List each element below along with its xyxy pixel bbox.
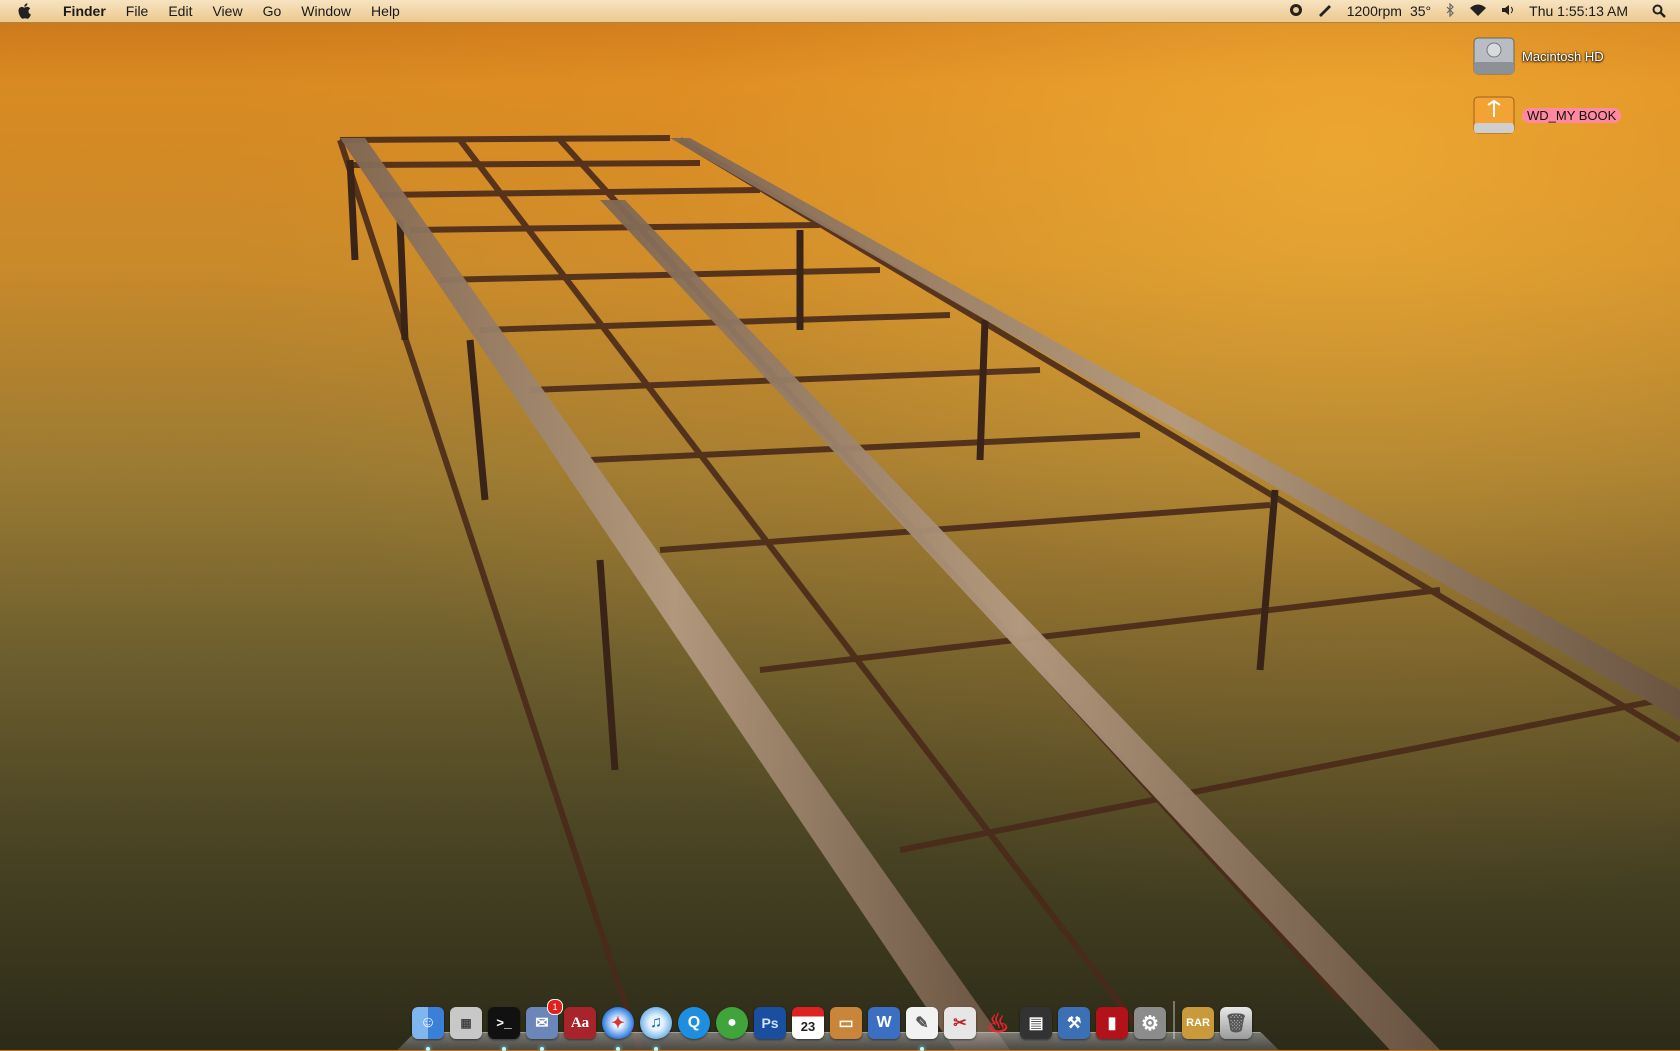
calendar-icon: 23 (792, 1007, 824, 1039)
dock-item-rar-archiver[interactable]: RAR (1181, 1003, 1215, 1039)
dock-item-itunes[interactable]: ♫ (639, 1003, 673, 1051)
safari-icon: ✦ (602, 1007, 634, 1039)
itunes-icon: ♫ (640, 1007, 672, 1039)
xcode-icon: ⚒ (1058, 1007, 1090, 1039)
clock[interactable]: Thu 1:55:13 AM (1529, 3, 1628, 19)
running-indicator (654, 1047, 658, 1051)
dock-item-xcode[interactable]: ⚒ (1057, 1003, 1091, 1039)
dock-item-terminal[interactable]: >_ (487, 1003, 521, 1051)
wallpaper-pier (337, 135, 1680, 1050)
menu-help[interactable]: Help (361, 0, 410, 22)
dictionary-icon: Aa (564, 1007, 596, 1039)
volume-icon[interactable] (1501, 3, 1515, 20)
flame-icon: ♨ (986, 1007, 1010, 1038)
dock-item-flash[interactable]: ♨ (981, 1003, 1015, 1039)
terminal-icon: >_ (488, 1007, 520, 1039)
menu-file[interactable]: File (116, 0, 159, 22)
dock-item-quicktime[interactable]: Q (677, 1003, 711, 1039)
sysmonitor-icon[interactable] (1289, 3, 1303, 20)
calculator-icon: ▦ (450, 1007, 482, 1039)
firewire-drive-icon (1473, 96, 1515, 134)
running-indicator (920, 1047, 924, 1051)
dock-item-ical[interactable]: 23 (791, 1003, 825, 1039)
finder-icon: ☺ (412, 1007, 444, 1039)
menu-view[interactable]: View (202, 0, 252, 22)
trash-icon: 🗑 (1220, 1007, 1252, 1039)
pen-tool-icon[interactable] (1317, 3, 1333, 20)
status-area: 1200rpm 35° Thu 1:55:13 AM (1275, 0, 1680, 22)
running-indicator (426, 1047, 430, 1051)
calendar-date: 23 (800, 1018, 816, 1034)
hard-drive-icon (1473, 37, 1515, 75)
dock-item-script-editor[interactable]: ✂ (943, 1003, 977, 1039)
dock-item-calculator[interactable]: ▦ (449, 1003, 483, 1039)
dock-separator (1173, 1001, 1175, 1039)
dock-item-safari[interactable]: ✦ (601, 1003, 635, 1051)
dock-item-textedit[interactable]: ✎ (905, 1003, 939, 1051)
dock-item-mail[interactable]: ✉ 1 (525, 999, 563, 1051)
dock-item-finder[interactable]: ☺ (411, 1003, 445, 1051)
script-icon: ✂ (944, 1007, 976, 1039)
dock-item-adium[interactable]: ● (715, 1003, 749, 1039)
dock-item-player[interactable]: ▤ (1019, 1003, 1053, 1039)
menu-finder[interactable]: Finder (53, 0, 116, 22)
player-icon: ▤ (1020, 1007, 1052, 1039)
dock-item-photoshop[interactable]: Ps (753, 1003, 787, 1039)
desktop-icon-wd-my-book[interactable]: WD_MY BOOK (1472, 93, 1622, 137)
running-indicator (502, 1047, 506, 1051)
dock-item-word[interactable]: W (867, 1003, 901, 1039)
dock-item-trash[interactable]: 🗑 (1219, 1003, 1253, 1039)
dock-item-keynote[interactable]: ▭ (829, 1003, 863, 1039)
menu-edit[interactable]: Edit (158, 0, 202, 22)
keynote-icon: ▭ (830, 1007, 862, 1039)
wifi-icon[interactable] (1469, 3, 1487, 20)
menu-window[interactable]: Window (291, 0, 361, 22)
mail-badge: 1 (547, 999, 563, 1015)
dock-item-system-preferences[interactable]: ⚙ (1133, 1003, 1167, 1039)
fan-speed[interactable]: 1200rpm (1347, 3, 1402, 19)
dock: ☺ ▦ >_ ✉ 1 Aa ✦ ♫ Q ● Ps 23 ▭ W ✎ ✂ ♨ ▤ … (397, 995, 1279, 1051)
dock-item-dictionary[interactable]: Aa (563, 1003, 597, 1039)
textedit-icon: ✎ (906, 1007, 938, 1039)
quicktime-icon: Q (678, 1007, 710, 1039)
menu-go[interactable]: Go (253, 0, 292, 22)
running-indicator (616, 1047, 620, 1051)
apple-menu-icon[interactable] (17, 2, 39, 20)
word-icon: W (868, 1007, 900, 1039)
menu-bar: Finder File Edit View Go Window Help 120… (0, 0, 1680, 23)
temperature[interactable]: 35° (1410, 3, 1431, 19)
archive-icon: RAR (1182, 1007, 1214, 1039)
dock-items: ☺ ▦ >_ ✉ 1 Aa ✦ ♫ Q ● Ps 23 ▭ W ✎ ✂ ♨ ▤ … (411, 999, 1257, 1051)
running-indicator (540, 1047, 544, 1051)
adium-duck-icon: ● (716, 1007, 748, 1039)
spotlight-search-icon[interactable] (1652, 4, 1666, 18)
dock-item-photo-booth[interactable]: ▮ (1095, 1003, 1129, 1039)
desktop-icon-label: Macintosh HD (1522, 48, 1604, 64)
photoshop-icon: Ps (754, 1007, 786, 1039)
desktop-icon-macintosh-hd[interactable]: Macintosh HD (1472, 34, 1604, 78)
gear-icon: ⚙ (1134, 1007, 1166, 1039)
desktop-icon-label: WD_MY BOOK (1522, 107, 1622, 123)
bluetooth-icon[interactable] (1445, 2, 1455, 20)
photo-booth-icon: ▮ (1096, 1007, 1128, 1039)
